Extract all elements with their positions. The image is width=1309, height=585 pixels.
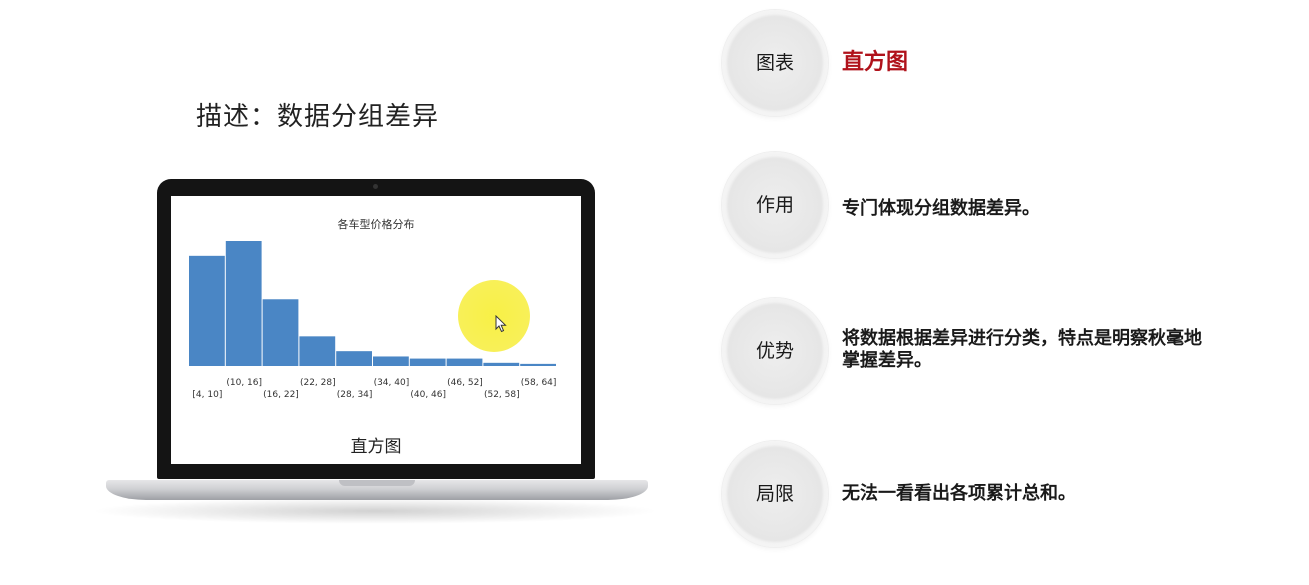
histogram-bar <box>225 241 262 366</box>
row-label-advantage: 优势 <box>755 340 794 362</box>
row-chart-type: 图表 直方图 <box>722 10 1282 120</box>
histogram-bar <box>483 362 520 366</box>
mouse-cursor-icon <box>495 315 507 333</box>
row-text-limitation: 无法一看看出各项累计总和。 <box>842 483 1076 504</box>
row-function: 作用 专门体现分组数据差异。 <box>722 152 1282 262</box>
row-advantage: 优势 将数据根据差异进行分类，特点是明察秋毫地 掌握差异。 <box>722 298 1282 408</box>
histogram-bar <box>262 299 299 366</box>
laptop-screen: 各车型价格分布 [4, 10] (10, 16] (16, 22] (22, 28](… <box>171 196 581 464</box>
row-text-function: 专门体现分组数据差异。 <box>842 198 1040 219</box>
histogram-tick-label: (22, 28] <box>300 378 336 388</box>
histogram-tick-label: (52, 58] <box>484 390 520 400</box>
histogram-bar <box>409 358 446 366</box>
histogram-tick-label: (28, 34] <box>337 390 373 400</box>
histogram-tick-label: [4, 10] <box>192 390 222 400</box>
histogram-bar <box>336 351 372 366</box>
laptop-shadow <box>90 498 660 524</box>
row-limitation: 局限 无法一看看出各项累计总和。 <box>722 441 1282 551</box>
histogram-tick-label: (16, 22] <box>263 390 299 400</box>
histogram-tick-label: (34, 40] <box>374 378 410 388</box>
laptop-lid: 各车型价格分布 [4, 10] (10, 16] (16, 22] (22, 28](… <box>157 179 595 479</box>
cursor-highlight <box>458 280 530 352</box>
histogram-tick-label: (46, 52] <box>447 378 483 388</box>
screen-caption: 直方图 <box>350 437 402 457</box>
row-text-advantage: 将数据根据差异进行分类，特点是明察秋毫地 掌握差异。 <box>842 328 1262 372</box>
histogram-tick-label: (58, 64] <box>521 378 557 388</box>
description-heading: 描述：数据分组差异 <box>196 102 440 132</box>
histogram-bar <box>520 363 556 366</box>
row-text-advantage-line1: 将数据根据差异进行分类，特点是明察秋毫地 <box>842 328 1202 349</box>
camera-icon <box>373 184 378 189</box>
histogram-bar <box>299 336 336 366</box>
histogram-bar <box>446 358 483 366</box>
histogram-bar <box>189 255 225 366</box>
slide: 描述：数据分组差异 各车型价格分布 [4, 10] (10, 16] (16, 22… <box>0 0 1309 585</box>
histogram-bar <box>373 356 409 366</box>
histogram-tick-label: (40, 46] <box>410 390 446 400</box>
laptop-base-notch <box>339 480 415 486</box>
row-label-function: 作用 <box>755 194 794 216</box>
histogram-tick-label: (10, 16] <box>226 378 262 388</box>
row-label-limitation: 局限 <box>755 483 794 505</box>
laptop-base <box>106 480 648 500</box>
row-label-chart: 图表 <box>755 52 794 74</box>
row-text-chart: 直方图 <box>842 50 909 75</box>
row-text-advantage-line2: 掌握差异。 <box>842 350 932 371</box>
